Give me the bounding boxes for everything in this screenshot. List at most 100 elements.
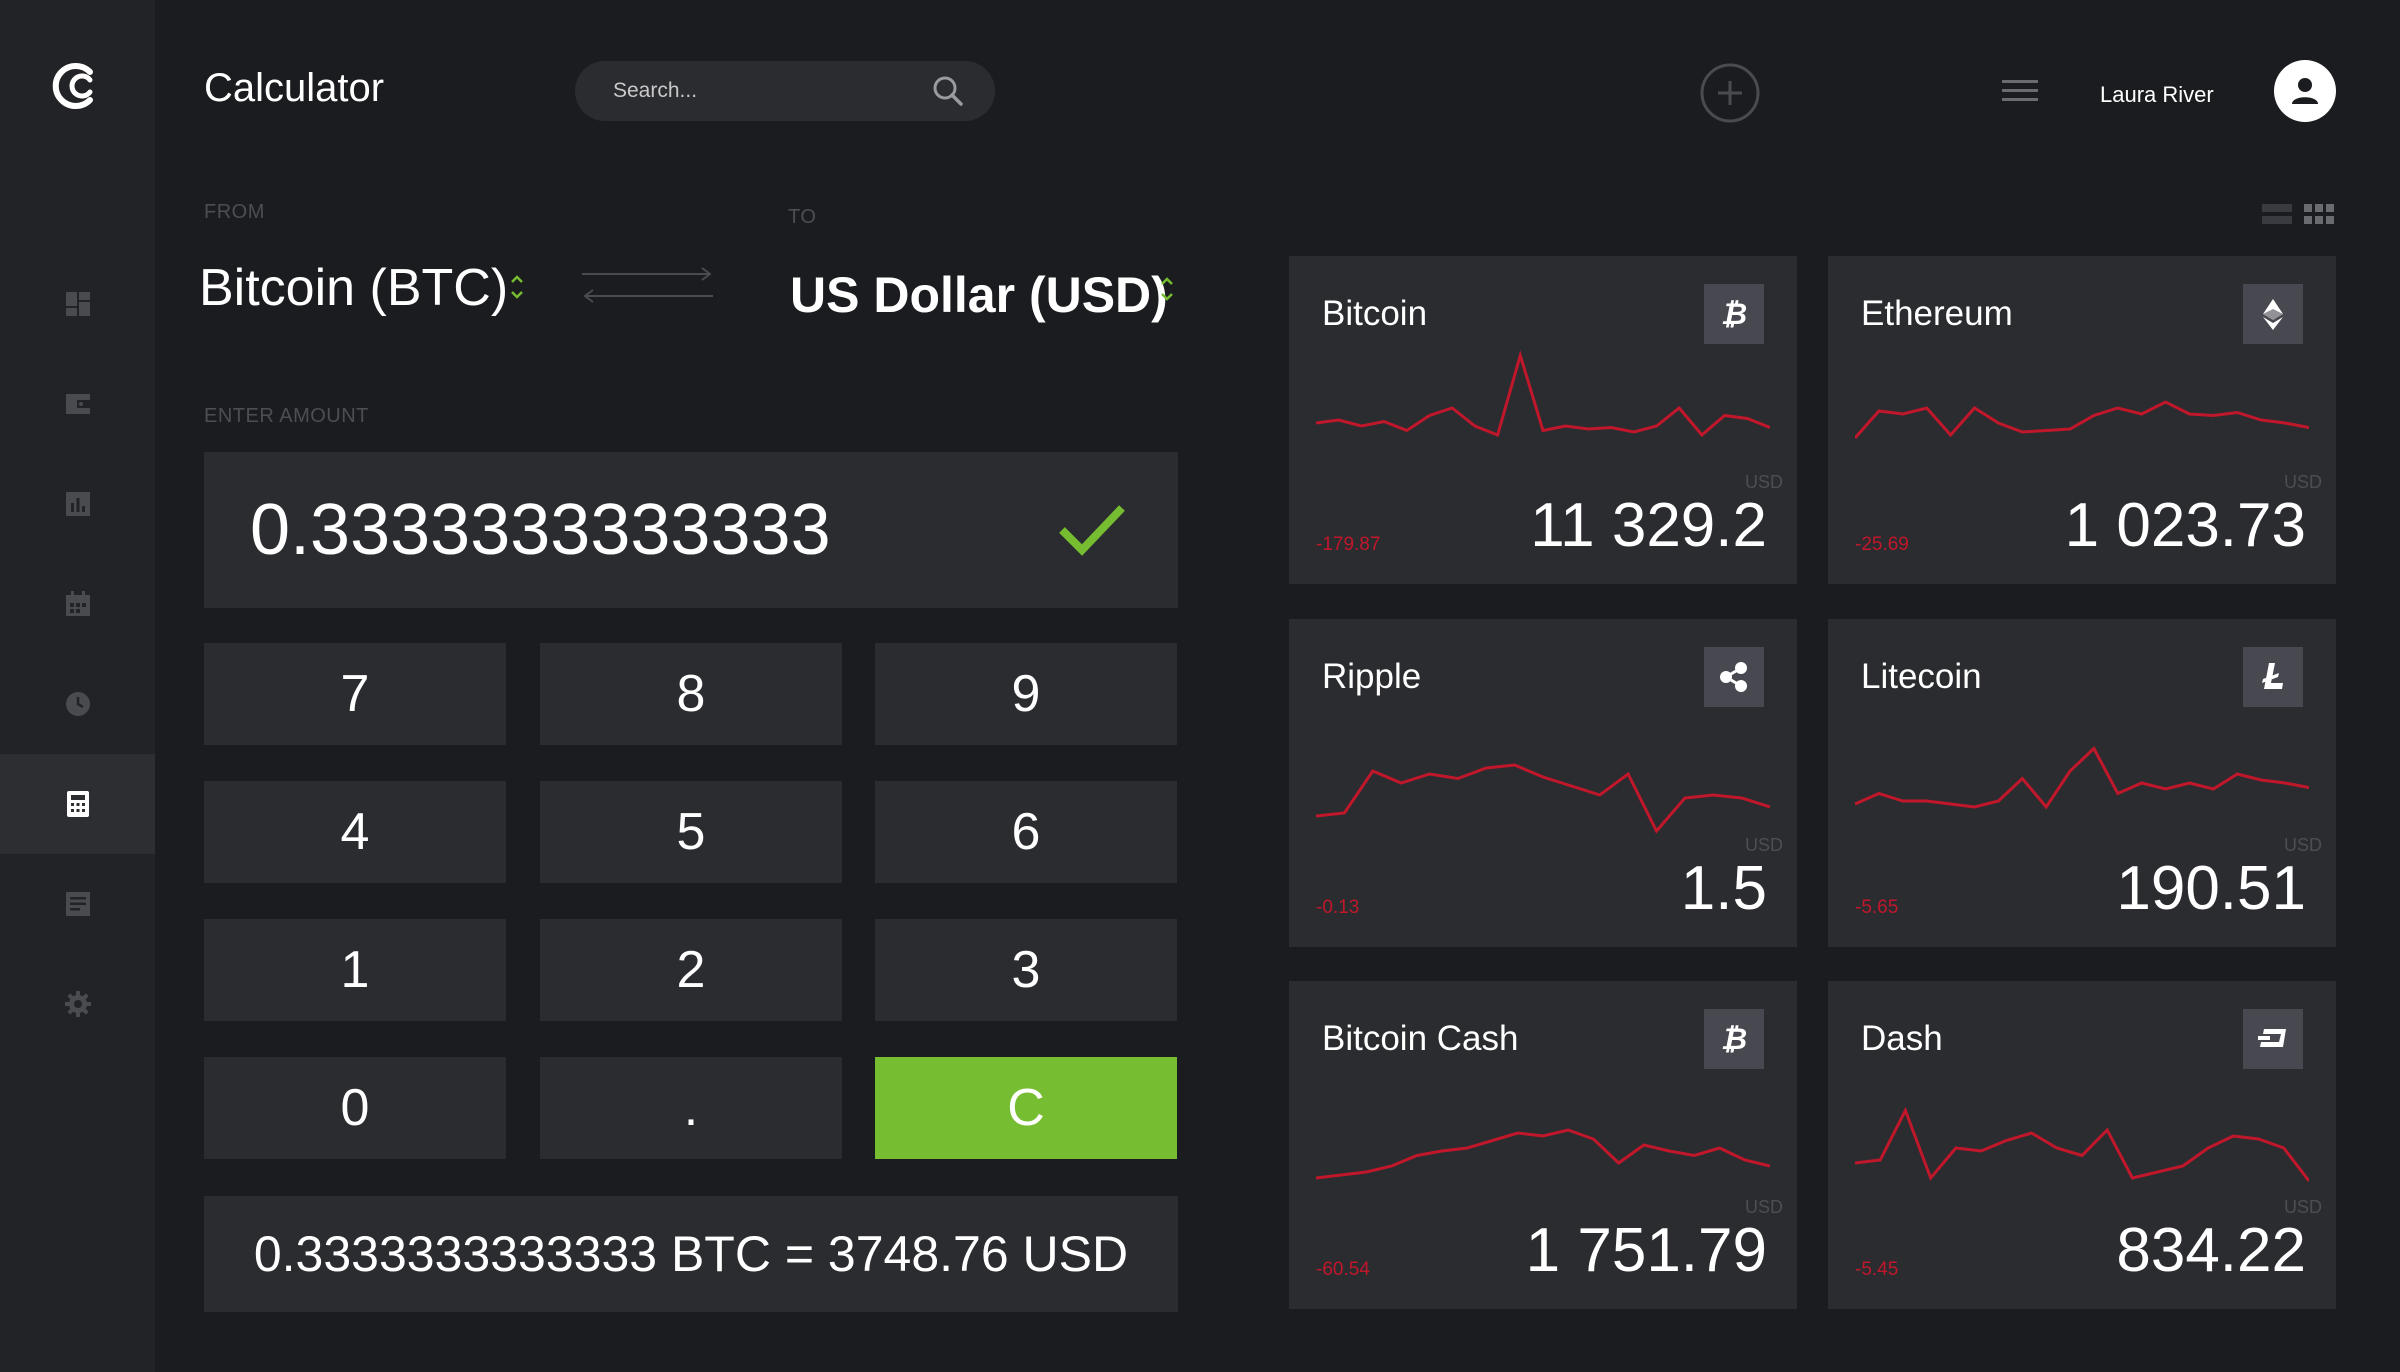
sidebar-item-dashboard[interactable]	[0, 254, 155, 354]
calculator-icon	[66, 791, 89, 817]
amount-label: ENTER AMOUNT	[204, 405, 369, 427]
key-9[interactable]: 9	[875, 643, 1177, 745]
sparkline-line	[1316, 1128, 1770, 1180]
bar-chart-icon	[65, 492, 90, 516]
crypto-card-dash[interactable]: Dash USD -5.45 834.22	[1828, 981, 2336, 1309]
card-name: Bitcoin Cash	[1322, 1019, 1519, 1058]
card-change: -60.54	[1316, 1259, 1370, 1280]
key-2[interactable]: 2	[540, 919, 842, 1021]
crypto-card-bitcoin-cash[interactable]: Bitcoin Cash ₿ USD -60.54 1 751.79	[1289, 981, 1797, 1309]
user-icon	[2292, 78, 2318, 104]
card-change: -25.69	[1855, 534, 1909, 555]
card-name: Ripple	[1322, 657, 1422, 696]
card-name: Bitcoin	[1322, 294, 1428, 333]
gear-icon	[64, 991, 91, 1017]
sidebar-item-statistics[interactable]	[0, 454, 155, 554]
to-currency-chevron-icon[interactable]	[1158, 274, 1176, 304]
search-bar[interactable]	[575, 61, 995, 121]
crypto-card-bitcoin[interactable]: Bitcoin ₿ USD -179.87 11 329.2	[1289, 256, 1797, 584]
calendar-icon	[65, 591, 90, 616]
key-6[interactable]: 6	[875, 781, 1177, 883]
document-icon	[65, 892, 90, 916]
card-name: Dash	[1861, 1019, 1943, 1058]
sparkline-chart	[1855, 746, 2309, 810]
user-name[interactable]: Laura River	[2100, 82, 2214, 108]
key-1[interactable]: 1	[204, 919, 506, 1021]
card-value: 190.51	[2116, 854, 2306, 923]
avatar[interactable]	[2274, 60, 2336, 122]
sidebar-item-calendar[interactable]	[0, 554, 155, 654]
sparkline-chart	[1855, 1106, 2309, 1182]
svg-text:₿: ₿	[1721, 297, 1747, 332]
from-label: FROM	[204, 201, 265, 223]
sidebar-item-history[interactable]	[0, 654, 155, 754]
search-input[interactable]	[613, 79, 931, 103]
from-currency-chevron-icon[interactable]	[508, 272, 526, 302]
add-icon[interactable]	[1699, 62, 1761, 124]
to-currency-select[interactable]: US Dollar (USD)	[790, 266, 1168, 324]
bitcoin-icon: ₿	[1721, 297, 1747, 332]
to-label: TO	[788, 206, 817, 228]
conversion-result: 0.3333333333333 BTC = 3748.76 USD	[204, 1196, 1178, 1312]
page-title: Calculator	[204, 66, 385, 110]
sidebar-item-settings[interactable]	[0, 954, 155, 1054]
clock-icon	[65, 692, 90, 716]
key-decimal[interactable]: .	[540, 1057, 842, 1159]
crypto-card-ripple[interactable]: Ripple USD -0.13 1.5	[1289, 619, 1797, 947]
swap-arrows-icon[interactable]	[580, 262, 715, 308]
list-view-icon[interactable]	[2262, 202, 2292, 226]
card-name: Litecoin	[1861, 657, 1982, 696]
sidebar	[0, 0, 155, 1372]
sidebar-item-reports[interactable]	[0, 854, 155, 954]
sparkline-chart	[1316, 350, 1770, 438]
wallet-icon	[65, 394, 90, 414]
card-change: -5.45	[1855, 1259, 1899, 1280]
sparkline-chart	[1316, 763, 1770, 834]
key-0[interactable]: 0	[204, 1057, 506, 1159]
card-change: -179.87	[1316, 534, 1381, 555]
card-icon-box: ₿	[1704, 284, 1764, 344]
sparkline-line	[1855, 746, 2309, 810]
amount-input[interactable]	[250, 489, 1030, 571]
card-icon-box	[2243, 1009, 2303, 1069]
key-7[interactable]: 7	[204, 643, 506, 745]
sparkline-line	[1316, 763, 1770, 834]
crypto-card-litecoin[interactable]: Litecoin USD -5.65 190.51	[1828, 619, 2336, 947]
dashboard-icon	[65, 292, 90, 316]
card-value: 1 751.79	[1525, 1216, 1767, 1285]
svg-text:₿: ₿	[1721, 1022, 1747, 1057]
hamburger-menu-icon[interactable]	[2002, 76, 2038, 106]
card-change: -5.65	[1855, 897, 1899, 918]
sparkline-line	[1855, 1106, 2309, 1182]
card-icon-box	[2243, 284, 2303, 344]
card-icon-box: ₿	[1704, 1009, 1764, 1069]
checkmark-icon[interactable]	[1056, 500, 1128, 560]
sidebar-item-calculator[interactable]	[0, 754, 155, 854]
sparkline-chart	[1855, 400, 2309, 439]
sparkline-chart	[1316, 1128, 1770, 1180]
bitcoin-cash-icon: ₿	[1721, 1022, 1747, 1057]
card-value: 834.22	[2116, 1216, 2306, 1285]
key-5[interactable]: 5	[540, 781, 842, 883]
search-icon[interactable]	[931, 74, 965, 108]
ripple-icon	[1720, 662, 1747, 692]
key-8[interactable]: 8	[540, 643, 842, 745]
grid-view-icon[interactable]	[2304, 202, 2334, 226]
clear-button[interactable]: C	[875, 1057, 1177, 1159]
from-currency-select[interactable]: Bitcoin (BTC)	[199, 258, 508, 318]
litecoin-icon	[2262, 663, 2283, 689]
sidebar-item-wallet[interactable]	[0, 354, 155, 454]
key-4[interactable]: 4	[204, 781, 506, 883]
card-value: 11 329.2	[1530, 491, 1767, 560]
card-icon-box	[2243, 647, 2303, 707]
sparkline-line	[1855, 400, 2309, 439]
dash-icon	[2258, 1029, 2286, 1047]
amount-field[interactable]	[204, 452, 1178, 608]
app-logo-icon[interactable]	[50, 58, 106, 114]
sparkline-line	[1316, 350, 1770, 438]
ethereum-icon	[2263, 299, 2283, 330]
card-value: 1 023.73	[2064, 491, 2306, 560]
card-value: 1.5	[1680, 854, 1767, 923]
crypto-card-ethereum[interactable]: Ethereum USD -25.69 1 023.73	[1828, 256, 2336, 584]
key-3[interactable]: 3	[875, 919, 1177, 1021]
